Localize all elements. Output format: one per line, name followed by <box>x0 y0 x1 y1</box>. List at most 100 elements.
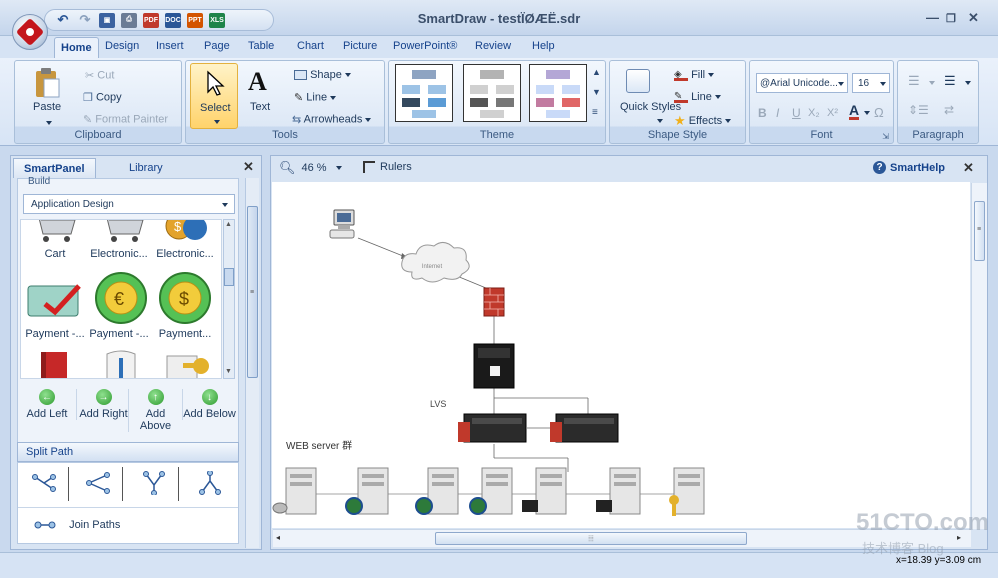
tab-picture[interactable]: Picture <box>343 40 377 52</box>
scroll-up-icon[interactable]: ▲ <box>225 221 232 228</box>
canvas-vertical-scrollbar[interactable]: ≡ <box>971 183 987 529</box>
text-button[interactable]: Text <box>250 101 270 113</box>
split-path-header[interactable]: Split Path <box>17 442 239 462</box>
scroll-down-icon[interactable]: ▼ <box>225 368 232 375</box>
theme-scroll-down-icon[interactable]: ▼ <box>592 87 601 97</box>
panel-scrollbar[interactable]: ≡ <box>245 178 259 548</box>
web-server-1-icon[interactable] <box>272 467 317 515</box>
lvs-server-backup-icon[interactable] <box>550 413 619 443</box>
tab-help[interactable]: Help <box>532 40 555 52</box>
close-panel-icon[interactable]: ✕ <box>243 159 254 175</box>
lvs-server-primary-icon[interactable] <box>458 413 527 443</box>
bullets-icon[interactable]: ☰ <box>908 73 920 89</box>
build-type-select[interactable]: Application Design <box>23 194 235 214</box>
panel-scroll-thumb[interactable]: ≡ <box>247 206 258 378</box>
fill-button[interactable]: ◈ Fill <box>674 69 715 82</box>
line-style-button[interactable]: ✎ Line <box>674 91 721 104</box>
copy-button[interactable]: ❐ Copy <box>83 91 122 104</box>
text-direction-icon[interactable]: ⇄ <box>944 103 954 117</box>
theme-scroll-up-icon[interactable]: ▲ <box>592 67 601 77</box>
font-color-dropdown-icon[interactable] <box>864 111 870 115</box>
select-button[interactable]: Select <box>190 63 238 129</box>
quick-styles-icon[interactable] <box>626 69 650 93</box>
text-tool-icon[interactable]: A <box>248 67 267 97</box>
join-paths-button[interactable]: Join Paths <box>34 519 120 531</box>
font-color-button[interactable]: A <box>849 103 860 120</box>
symbol-payment-1-label[interactable]: Payment -... <box>25 328 85 340</box>
tab-insert[interactable]: Insert <box>156 40 184 52</box>
quick-styles-button[interactable]: Quick Styles <box>620 101 681 113</box>
add-above-button[interactable]: ↑ Add Above <box>128 389 182 432</box>
web-server-4-icon[interactable] <box>469 467 513 515</box>
theme-thumbnail-2[interactable] <box>463 64 521 122</box>
symbol-library-scrollbar[interactable]: ▲ ▼ <box>223 219 235 379</box>
symbol-cart-label[interactable]: Cart <box>25 248 85 260</box>
symbol-button[interactable]: Ω <box>874 105 884 120</box>
minimize-icon[interactable]: — <box>926 10 939 25</box>
align-dropdown-icon[interactable] <box>965 81 971 85</box>
add-below-button[interactable]: ↓ Add Below <box>182 389 236 420</box>
workstation-icon[interactable] <box>329 209 355 239</box>
font-dialog-launcher-icon[interactable]: ⇲ <box>882 132 889 141</box>
effects-button[interactable]: ★ Effects <box>674 113 732 129</box>
web-server-7-icon[interactable] <box>669 467 705 516</box>
paste-dropdown-icon[interactable] <box>46 121 52 125</box>
close-smarthelp-icon[interactable]: ✕ <box>963 160 974 176</box>
add-right-button[interactable]: → Add Right <box>76 389 130 420</box>
server-tower-icon[interactable] <box>473 343 515 389</box>
web-server-2-icon[interactable] <box>345 467 389 515</box>
rulers-button[interactable]: Rulers <box>363 161 412 173</box>
split-path-up-icon[interactable] <box>198 471 222 495</box>
web-server-5-icon[interactable] <box>522 467 567 515</box>
tab-chart[interactable]: Chart <box>297 40 324 52</box>
web-server-3-icon[interactable] <box>415 467 459 515</box>
tab-home[interactable]: Home <box>54 37 99 59</box>
canvas-vertical-thumb[interactable]: ≡ <box>974 201 985 261</box>
app-menu-button[interactable] <box>12 14 48 50</box>
internet-cloud-icon[interactable] <box>401 242 470 283</box>
superscript-button[interactable]: X² <box>827 107 838 119</box>
tab-design[interactable]: Design <box>105 40 139 52</box>
tab-table[interactable]: Table <box>248 40 274 52</box>
canvas-horizontal-thumb[interactable]: ⦙⦙⦙ <box>435 532 747 545</box>
split-path-down-icon[interactable] <box>142 471 166 495</box>
tab-review[interactable]: Review <box>475 40 511 52</box>
theme-thumbnail-1[interactable] <box>395 64 453 122</box>
arrowheads-button[interactable]: ⇆ Arrowheads <box>292 113 372 126</box>
close-window-icon[interactable]: ✕ <box>968 10 979 26</box>
line-tool-button[interactable]: ✎ Line <box>294 91 337 104</box>
restore-icon[interactable]: ❐ <box>946 12 956 25</box>
split-path-right-icon[interactable] <box>32 471 56 495</box>
bold-button[interactable]: B <box>758 106 767 120</box>
underline-button[interactable]: U <box>792 106 801 120</box>
add-left-button[interactable]: ← Add Left <box>20 389 74 420</box>
symbol-payment-2-label[interactable]: Payment -... <box>89 328 149 340</box>
theme-thumbnail-3[interactable] <box>529 64 587 122</box>
firewall-icon[interactable] <box>483 287 505 317</box>
drawing-canvas[interactable]: Internet LVS WEB server 群 <box>272 182 970 528</box>
scroll-left-icon[interactable]: ◂ <box>276 533 280 542</box>
theme-more-icon[interactable]: ≡ <box>592 107 598 118</box>
split-path-left-icon[interactable] <box>86 471 110 495</box>
bullets-dropdown-icon[interactable] <box>929 81 935 85</box>
symbol-electronic-1-label[interactable]: Electronic... <box>89 248 149 260</box>
scroll-thumb[interactable] <box>224 268 234 286</box>
web-server-6-icon[interactable] <box>596 467 641 515</box>
connector-pc-cloud[interactable] <box>357 237 409 259</box>
line-spacing-icon[interactable]: ⇕☰ <box>908 103 929 117</box>
tab-smartpanel[interactable]: SmartPanel <box>13 158 96 178</box>
tab-powerpoint[interactable]: PowerPoint® <box>393 40 457 52</box>
format-painter-button[interactable]: ✎ Format Painter <box>83 113 168 126</box>
quick-styles-dropdown-icon[interactable] <box>657 119 663 123</box>
subscript-button[interactable]: X₂ <box>808 107 820 119</box>
tab-page[interactable]: Page <box>204 40 230 52</box>
italic-button[interactable]: I <box>776 106 779 120</box>
shape-button[interactable]: Shape <box>294 69 351 81</box>
paste-button[interactable]: Paste <box>33 101 61 113</box>
symbol-electronic-2-label[interactable]: Electronic... <box>155 248 215 260</box>
font-family-select[interactable]: @Arial Unicode... <box>756 73 848 93</box>
font-size-select[interactable]: 16 <box>852 73 890 93</box>
cut-button[interactable]: ✂ Cut <box>85 69 114 82</box>
zoom-control[interactable]: 🔍︎ 46 % <box>279 160 342 176</box>
align-icon[interactable]: ☰ <box>944 73 956 89</box>
